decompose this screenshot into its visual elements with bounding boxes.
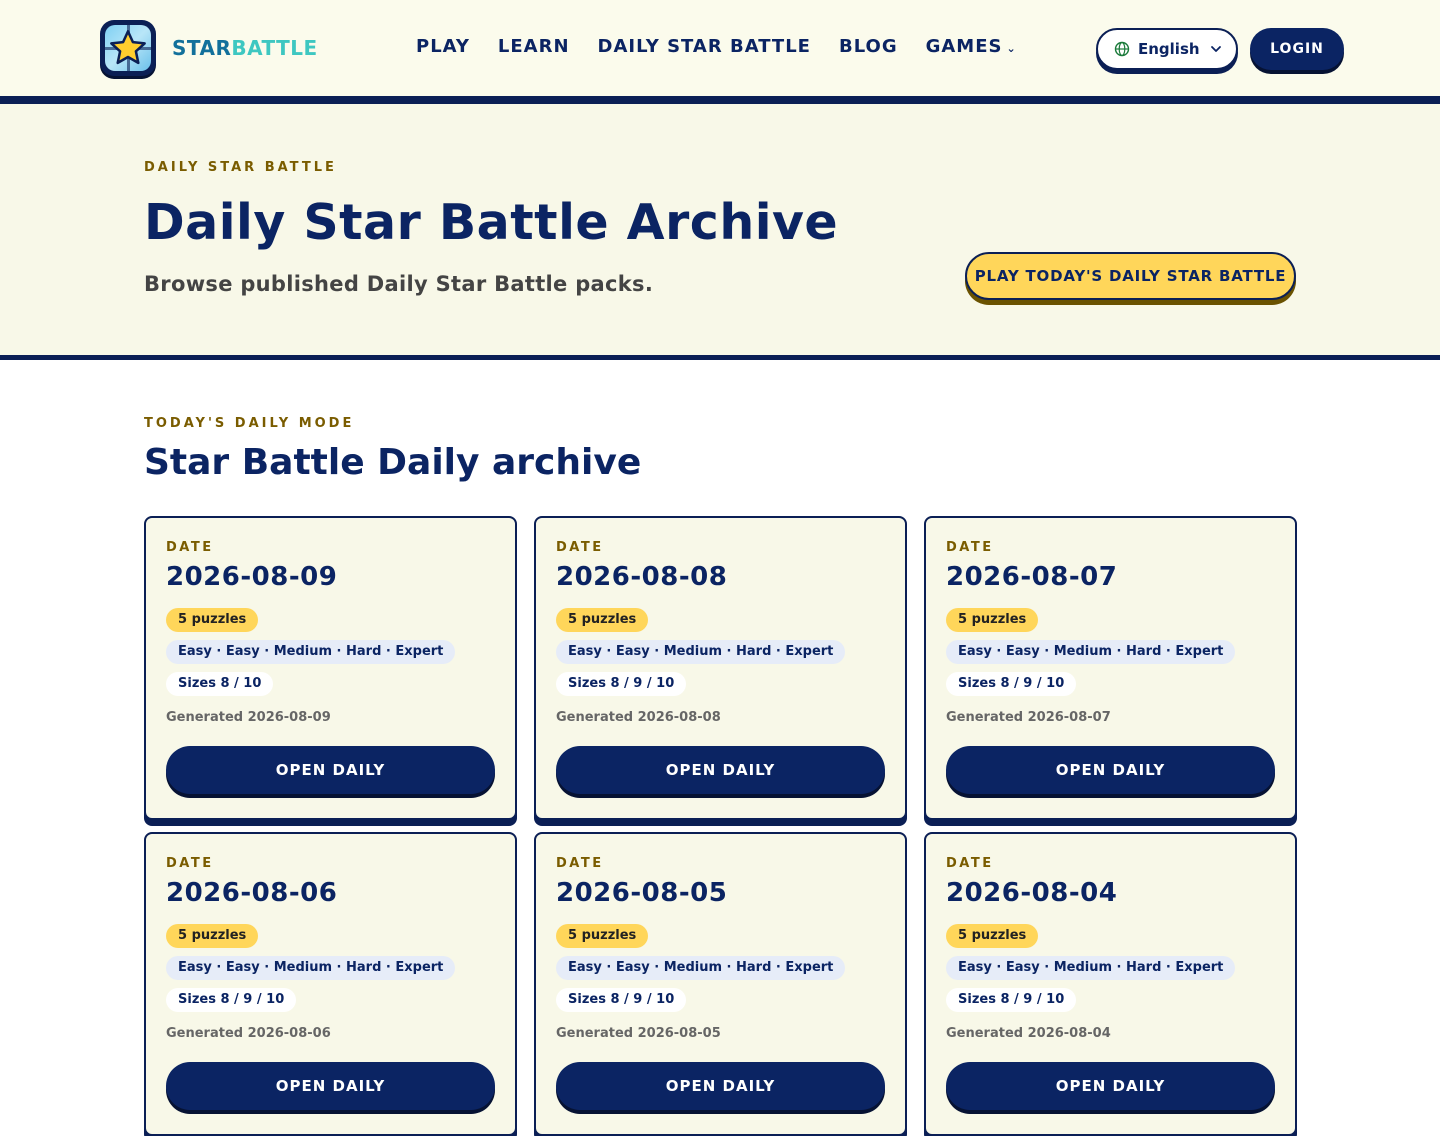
puzzle-count-badge: 5 puzzles [556,608,649,632]
open-daily-button[interactable]: OPEN DAILY [946,746,1275,794]
difficulty-badge: Easy · Easy · Medium · Hard · Expert [556,640,846,664]
sizes-badge: Sizes 8 / 9 / 10 [556,672,687,696]
star-grid-logo-icon[interactable] [100,20,156,76]
puzzle-count-badge: 5 puzzles [556,924,649,948]
card-levels-row: Easy · Easy · Medium · Hard · Expert [166,948,495,980]
card-count-row: 5 puzzles [556,908,885,948]
card-sizes-row: Sizes 8 / 9 / 10 [556,664,885,696]
card-levels-row: Easy · Easy · Medium · Hard · Expert [946,632,1275,664]
puzzle-count-badge: 5 puzzles [946,608,1039,632]
generated-date: Generated 2026-08-05 [556,1026,721,1041]
card-sizes-row: Sizes 8 / 9 / 10 [946,664,1275,696]
generated-date: Generated 2026-08-09 [166,710,331,725]
nav-blog[interactable]: BLOG [839,36,898,57]
card-date: 2026-08-06 [166,878,338,908]
page-subtitle: Browse published Daily Star Battle packs… [144,272,654,296]
archive-card: DATE 2026-08-06 5 puzzles Easy · Easy · … [144,832,517,1136]
generated-date: Generated 2026-08-06 [166,1026,331,1041]
card-date-label: DATE [946,540,994,555]
brand-wordmark[interactable]: STARBATTLE [172,36,318,60]
sizes-badge: Sizes 8 / 9 / 10 [946,672,1077,696]
nav-games-label: GAMES [925,36,1003,57]
difficulty-badge: Easy · Easy · Medium · Hard · Expert [556,956,846,980]
sizes-badge: Sizes 8 / 10 [166,672,274,696]
hero-eyebrow: DAILY STAR BATTLE [144,160,337,175]
card-date-label: DATE [166,856,214,871]
card-date-label: DATE [946,856,994,871]
card-date-label: DATE [556,856,604,871]
card-levels-row: Easy · Easy · Medium · Hard · Expert [166,632,495,664]
card-count-row: 5 puzzles [556,592,885,632]
section-eyebrow: TODAY'S DAILY MODE [144,416,355,431]
site-header: STARBATTLE PLAY LEARN DAILY STAR BATTLE … [0,0,1440,104]
card-levels-row: Easy · Easy · Medium · Hard · Expert [556,632,885,664]
open-daily-button[interactable]: OPEN DAILY [556,746,885,794]
card-count-row: 5 puzzles [166,908,495,948]
card-date: 2026-08-07 [946,562,1118,592]
card-sizes-row: Sizes 8 / 9 / 10 [946,980,1275,1012]
card-date: 2026-08-09 [166,562,338,592]
card-date-label: DATE [166,540,214,555]
puzzle-count-badge: 5 puzzles [166,924,259,948]
language-select[interactable]: English [1096,28,1238,70]
sizes-badge: Sizes 8 / 9 / 10 [556,988,687,1012]
open-daily-button[interactable]: OPEN DAILY [166,746,495,794]
card-levels-row: Easy · Easy · Medium · Hard · Expert [946,948,1275,980]
nav-learn[interactable]: LEARN [498,36,570,57]
globe-icon [1114,41,1130,57]
difficulty-badge: Easy · Easy · Medium · Hard · Expert [166,956,456,980]
archive-grid: DATE 2026-08-09 5 puzzles Easy · Easy · … [144,516,1297,1136]
nav-play[interactable]: PLAY [416,36,470,57]
card-date-label: DATE [556,540,604,555]
nav-games[interactable]: GAMES ⌄ [926,36,1017,57]
page-title: Daily Star Battle Archive [144,194,839,251]
login-button[interactable]: LOGIN [1250,28,1344,70]
card-count-row: 5 puzzles [946,908,1275,948]
card-levels-row: Easy · Easy · Medium · Hard · Expert [556,948,885,980]
puzzle-count-badge: 5 puzzles [946,924,1039,948]
open-daily-button[interactable]: OPEN DAILY [166,1062,495,1110]
difficulty-badge: Easy · Easy · Medium · Hard · Expert [946,956,1236,980]
star-icon [110,30,146,65]
generated-date: Generated 2026-08-04 [946,1026,1111,1041]
nav-daily-star-battle[interactable]: DAILY STAR BATTLE [598,36,811,57]
brand-part-1: STAR [172,36,232,60]
sizes-badge: Sizes 8 / 9 / 10 [946,988,1077,1012]
card-sizes-row: Sizes 8 / 9 / 10 [556,980,885,1012]
difficulty-badge: Easy · Easy · Medium · Hard · Expert [166,640,456,664]
card-sizes-row: Sizes 8 / 10 [166,664,495,696]
card-count-row: 5 puzzles [946,592,1275,632]
card-sizes-row: Sizes 8 / 9 / 10 [166,980,495,1012]
card-count-row: 5 puzzles [166,592,495,632]
chevron-down-icon: ⌄ [1006,42,1017,55]
hero-section: DAILY STAR BATTLE Daily Star Battle Arch… [0,104,1440,360]
archive-card: DATE 2026-08-05 5 puzzles Easy · Easy · … [534,832,907,1136]
play-today-button[interactable]: PLAY TODAY'S DAILY STAR BATTLE [965,252,1296,300]
language-label: English [1138,40,1200,58]
brand-part-2: BATTLE [231,36,318,60]
generated-date: Generated 2026-08-07 [946,710,1111,725]
chevron-down-icon [1210,46,1221,52]
difficulty-badge: Easy · Easy · Medium · Hard · Expert [946,640,1236,664]
card-date: 2026-08-04 [946,878,1118,908]
archive-card: DATE 2026-08-08 5 puzzles Easy · Easy · … [534,516,907,820]
archive-card: DATE 2026-08-04 5 puzzles Easy · Easy · … [924,832,1297,1136]
card-date: 2026-08-05 [556,878,728,908]
open-daily-button[interactable]: OPEN DAILY [556,1062,885,1110]
puzzle-count-badge: 5 puzzles [166,608,259,632]
generated-date: Generated 2026-08-08 [556,710,721,725]
archive-card: DATE 2026-08-07 5 puzzles Easy · Easy · … [924,516,1297,820]
sizes-badge: Sizes 8 / 9 / 10 [166,988,297,1012]
open-daily-button[interactable]: OPEN DAILY [946,1062,1275,1110]
section-title: Star Battle Daily archive [144,442,642,483]
card-date: 2026-08-08 [556,562,728,592]
archive-card: DATE 2026-08-09 5 puzzles Easy · Easy · … [144,516,517,820]
main-nav: PLAY LEARN DAILY STAR BATTLE BLOG GAMES ⌄ [416,36,1045,57]
